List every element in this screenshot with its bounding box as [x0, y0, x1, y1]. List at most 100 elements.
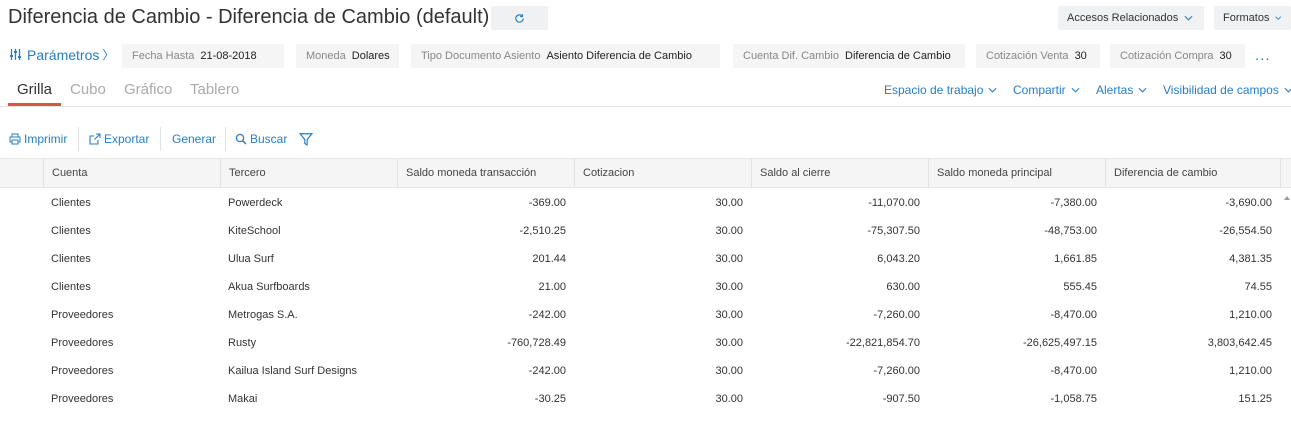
table-row[interactable]: Proveedores Kailua Island Surf Designs -24… — [0, 357, 1280, 385]
page-title: Diferencia de Cambio - Diferencia de Cam… — [8, 6, 490, 28]
active-tab-indicator — [8, 103, 61, 106]
row-selector-header — [0, 159, 43, 187]
column-header-diferencia-de-cambio[interactable]: Diferencia de cambio — [1105, 159, 1280, 187]
formatos-button[interactable]: Formatos — [1214, 6, 1291, 30]
cell-saldo-moneda-principal: 1,661.85 — [1054, 253, 1097, 265]
parameters-link[interactable]: Parámetros 〉 — [9, 46, 114, 63]
table-row[interactable]: Clientes Akua Surfboards 21.00 30.00 630.00 5… — [0, 273, 1280, 301]
accesos-relacionados-label: Accesos Relacionados — [1067, 12, 1179, 24]
table-row[interactable]: Proveedores Rusty -760,728.49 30.00 -22,821,… — [0, 329, 1280, 357]
print-button[interactable]: Imprimir — [9, 127, 67, 151]
cell-cuenta: Proveedores — [51, 337, 114, 349]
menu-label: Visibilidad de campos — [1163, 83, 1279, 97]
cell-saldo-moneda-transaccion: -760,728.49 — [507, 337, 566, 349]
parameters-arrow: 〉 — [102, 48, 115, 62]
param-label: Cuenta Dif. Cambio — [743, 50, 839, 62]
accesos-relacionados-button[interactable]: Accesos Relacionados — [1058, 6, 1204, 30]
param-tipo-documento-asiento[interactable]: Tipo Documento Asiento Asiento Diferenci… — [411, 44, 720, 68]
view-tabs-bar: Grilla Cubo Gráfico Tablero Espacio de t… — [0, 78, 1291, 107]
cell-saldo-moneda-transaccion: 201.44 — [532, 253, 566, 265]
param-value: Dolares — [351, 50, 390, 62]
cell-saldo-al-cierre: 6,043.20 — [877, 253, 920, 265]
chevron-down-icon — [1184, 15, 1193, 21]
cell-saldo-al-cierre: -907.50 — [882, 393, 920, 405]
param-fecha-hasta[interactable]: Fecha Hasta 21-08-2018 — [122, 44, 284, 68]
generate-button[interactable]: Generar — [172, 127, 216, 151]
cell-saldo-al-cierre: -7,260.00 — [873, 365, 920, 377]
cell-cotizacion: 30.00 — [715, 281, 743, 293]
cell-saldo-moneda-principal: -8,470.00 — [1050, 309, 1097, 321]
filter-button[interactable] — [299, 127, 316, 151]
cell-cotizacion: 30.00 — [715, 365, 743, 377]
cell-diferencia-de-cambio: 4,381.35 — [1229, 253, 1272, 265]
cell-saldo-moneda-principal: -26,625,497.15 — [1022, 337, 1097, 349]
compartir-menu[interactable]: Compartir — [1013, 83, 1080, 97]
cell-cuenta: Clientes — [51, 281, 91, 293]
refresh-icon — [515, 13, 524, 23]
grid-header-row: Cuenta Tercero Saldo moneda transacción … — [0, 158, 1291, 188]
table-row[interactable]: Clientes Ulua Surf 201.44 30.00 6,043.20 1,66… — [0, 245, 1280, 273]
table-row[interactable]: Clientes KiteSchool -2,510.25 30.00 -75,307.… — [0, 217, 1280, 245]
title-bar: Diferencia de Cambio - Diferencia de Cam… — [0, 0, 1291, 38]
cell-saldo-moneda-principal: 555.45 — [1063, 281, 1097, 293]
chevron-down-icon — [1275, 16, 1282, 20]
cell-saldo-moneda-transaccion: -2,510.25 — [519, 225, 566, 237]
cell-saldo-moneda-transaccion: -242.00 — [528, 309, 566, 321]
cell-cuenta: Proveedores — [51, 365, 114, 377]
column-header-saldo-al-cierre[interactable]: Saldo al cierre — [751, 159, 928, 187]
cell-diferencia-de-cambio: 1,210.00 — [1229, 309, 1272, 321]
menu-label: Compartir — [1013, 83, 1066, 97]
column-header-saldo-moneda-transaccion[interactable]: Saldo moneda transacción — [397, 159, 574, 187]
cell-saldo-moneda-principal: -7,380.00 — [1050, 197, 1097, 209]
cell-saldo-moneda-transaccion: -369.00 — [528, 197, 566, 209]
scrollbar-header — [1280, 159, 1291, 187]
tab-grilla[interactable]: Grilla — [17, 81, 52, 98]
scroll-up-arrow-icon[interactable] — [1283, 194, 1291, 202]
search-button[interactable]: Buscar — [235, 127, 287, 151]
table-row[interactable]: Proveedores Metrogas S.A. -242.00 30.00 -7,2… — [0, 301, 1280, 329]
cell-cuenta: Proveedores — [51, 393, 114, 405]
grid-toolbar: Imprimir Exportar Generar Buscar — [0, 127, 1291, 151]
column-header-cuenta[interactable]: Cuenta — [43, 159, 220, 187]
parameters-label: Parámetros — [27, 46, 100, 63]
cell-tercero: Ulua Surf — [228, 253, 274, 265]
column-header-tercero[interactable]: Tercero — [220, 159, 397, 187]
search-label: Buscar — [250, 132, 288, 146]
menu-label: Espacio de trabajo — [884, 83, 984, 97]
cell-tercero: Rusty — [228, 337, 257, 349]
cell-tercero: Akua Surfboards — [228, 281, 310, 293]
cell-saldo-al-cierre: -22,821,854.70 — [845, 337, 920, 349]
cell-cuenta: Clientes — [51, 197, 91, 209]
cell-cotizacion: 30.00 — [715, 337, 743, 349]
param-label: Fecha Hasta — [132, 50, 195, 62]
column-header-cotizacion[interactable]: Cotizacion — [574, 159, 751, 187]
column-header-saldo-moneda-principal[interactable]: Saldo moneda principal — [928, 159, 1105, 187]
cell-diferencia-de-cambio: -3,690.00 — [1225, 197, 1272, 209]
param-cuenta-dif-cambio[interactable]: Cuenta Dif. Cambio Diferencia de Cambio — [733, 44, 965, 68]
cell-diferencia-de-cambio: 151.25 — [1238, 393, 1272, 405]
visibilidad-de-campos-menu[interactable]: Visibilidad de campos — [1163, 83, 1291, 97]
cell-saldo-moneda-principal: -48,753.00 — [1044, 225, 1097, 237]
param-cotizacion-compra[interactable]: Cotización Compra 30 — [1110, 44, 1245, 68]
export-label: Exportar — [104, 132, 150, 146]
param-value: Asiento Diferencia de Cambio — [546, 50, 692, 62]
tab-tablero[interactable]: Tablero — [190, 81, 239, 98]
export-button[interactable]: Exportar — [89, 127, 149, 151]
chevron-down-icon — [1071, 87, 1080, 93]
toolbar-divider — [225, 127, 226, 151]
refresh-button[interactable] — [491, 6, 548, 30]
table-row[interactable]: Proveedores Makai -30.25 30.00 -907.50 -1,058… — [0, 385, 1280, 413]
cell-diferencia-de-cambio: -26,554.50 — [1219, 225, 1272, 237]
alertas-menu[interactable]: Alertas — [1096, 83, 1147, 97]
param-moneda[interactable]: Moneda Dolares — [296, 44, 399, 68]
more-parameters-button[interactable]: ... — [1255, 47, 1271, 64]
param-cotizacion-venta[interactable]: Cotización Venta 30 — [976, 44, 1100, 68]
tab-grafico[interactable]: Gráfico — [124, 81, 172, 98]
cell-cotizacion: 30.00 — [715, 225, 743, 237]
generate-label: Generar — [172, 132, 217, 146]
print-icon — [9, 133, 21, 145]
espacio-de-trabajo-menu[interactable]: Espacio de trabajo — [884, 83, 997, 97]
cell-tercero: Powerdeck — [228, 197, 283, 209]
table-row[interactable]: Clientes Powerdeck -369.00 30.00 -11,070.00 -… — [0, 189, 1280, 217]
tab-cubo[interactable]: Cubo — [70, 81, 106, 98]
